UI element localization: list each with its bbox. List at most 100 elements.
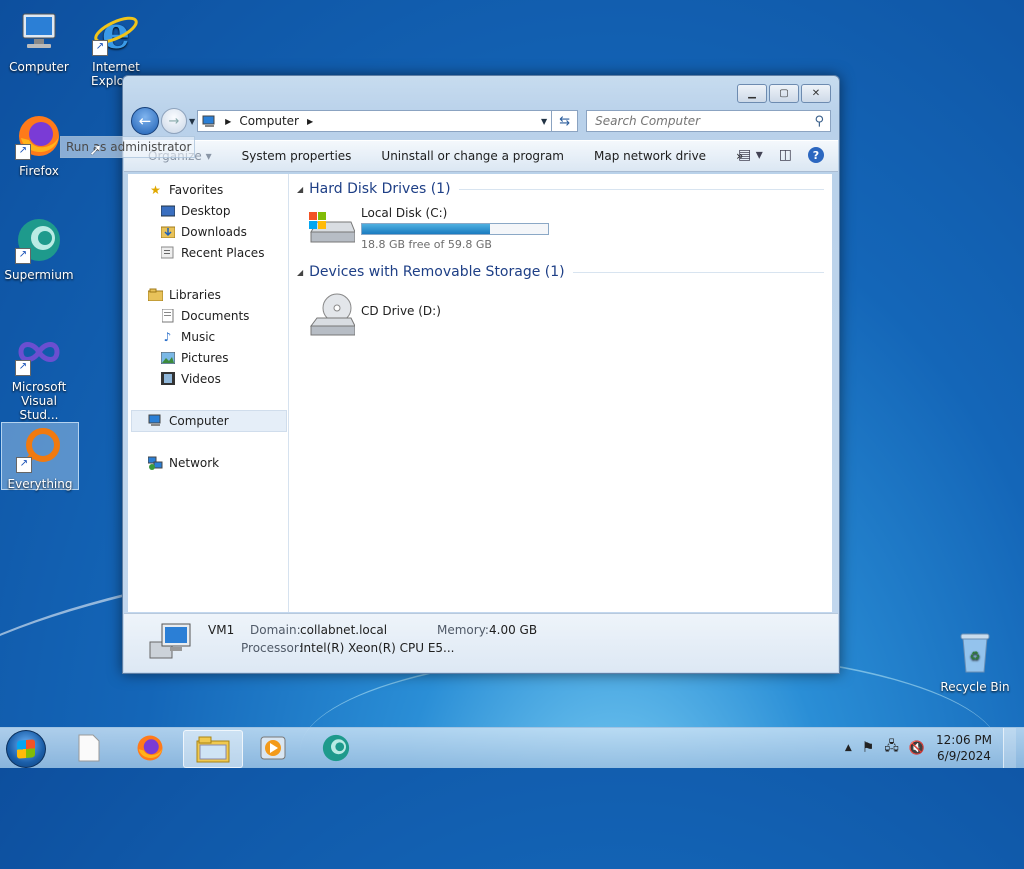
nav-label: Computer [169,413,229,428]
collapse-triangle-icon[interactable]: ◢ [297,268,303,277]
refresh-button[interactable]: ⇆ [552,110,579,132]
run-as-administrator-tooltip[interactable]: Run as administrator [60,136,195,158]
search-icon[interactable]: ⚲ [814,114,824,129]
nav-favorites[interactable]: ★ Favorites [148,182,223,197]
nav-libraries[interactable]: Libraries [148,287,221,302]
help-icon[interactable]: ? [808,147,824,163]
view-controls: ▤ ▾ ◫ ? [738,147,824,163]
group-label: Hard Disk Drives (1) [309,181,451,197]
nav-label: Network [169,455,220,470]
computer-icon [148,622,194,662]
desktop-icon-recycle-bin[interactable]: ♻ Recycle Bin [937,628,1013,694]
show-desktop-button[interactable] [1003,728,1016,768]
drive-item-d[interactable]: CD Drive (D:) [307,292,441,338]
taskbar-windows-explorer[interactable] [183,730,243,768]
taskbar-supermium[interactable] [307,730,365,766]
clock-time: 12:06 PM [936,733,992,747]
nav-pictures[interactable]: Pictures [160,350,229,365]
uninstall-program-button[interactable]: Uninstall or change a program [381,149,564,163]
nav-desktop[interactable]: Desktop [160,203,231,218]
supermium-icon [322,734,350,762]
taskbar-firefox[interactable] [121,730,179,766]
nav-label: Downloads [181,224,247,239]
start-button[interactable] [6,730,46,768]
forward-button[interactable]: → [161,108,187,134]
shortcut-arrow-icon: ↗ [16,457,32,473]
documents-icon [160,308,175,323]
desktop-icon-visual-studio[interactable]: ↗ Microsoft Visual Stud... [1,328,77,422]
drive-item-c[interactable]: Local Disk (C:) 18.8 GB free of 59.8 GB [307,206,549,251]
explorer-window[interactable]: ▁ ▢ ✕ ← → ▼ ▶ Computer ▶ ▼ ⇆ ⚲ Organize … [122,75,840,674]
group-header-hard-disk-drives[interactable]: ◢ Hard Disk Drives (1) [297,181,824,197]
nav-network[interactable]: Network [148,455,219,470]
minimize-button[interactable]: ▁ [737,84,767,103]
taskbar-media-player[interactable] [244,730,302,766]
libraries-icon [148,287,163,302]
domain-label: Domain: [250,623,301,637]
desktop-icon-supermium[interactable]: ↗ Supermium [1,216,77,282]
recent-places-icon [160,245,175,260]
hard-disk-icon [307,206,356,243]
group-label: Devices with Removable Storage (1) [309,264,565,280]
breadcrumb-computer[interactable]: Computer [239,114,299,128]
shortcut-arrow-icon: ↗ [15,144,31,160]
show-hidden-icons-icon[interactable]: ▲ [845,743,852,753]
memory-value: 4.00 GB [489,623,538,637]
action-center-flag-icon[interactable]: ⚑ [862,740,875,756]
content-pane: ◢ Hard Disk Drives (1) Local Disk (C:) 1… [289,174,832,612]
shortcut-arrow-icon: ↗ [15,248,31,264]
desktop-icon-everything[interactable]: ↗ Everything [1,422,79,491]
drive-name: CD Drive (D:) [361,304,441,318]
taskbar-notepad[interactable] [60,730,118,766]
nav-recent-places[interactable]: Recent Places [160,245,264,260]
address-dropdown-icon[interactable]: ▼ [541,117,547,126]
nav-computer[interactable]: Computer [148,413,229,428]
pictures-icon [160,350,175,365]
desktop-icon-computer[interactable]: Computer [1,8,77,74]
maximize-button[interactable]: ▢ [769,84,799,103]
search-input[interactable] [593,113,815,129]
caption-buttons: ▁ ▢ ✕ [737,84,831,103]
visual-studio-icon: ↗ [15,328,63,376]
clock[interactable]: 12:06 PM 6/9/2024 [935,732,993,764]
collapse-triangle-icon[interactable]: ◢ [297,185,303,194]
breadcrumb-separator-icon[interactable]: ▶ [225,117,231,126]
domain-value: collabnet.local [300,623,388,637]
nav-music[interactable]: ♪ Music [160,329,216,344]
internet-explorer-icon: e ↗ [92,8,140,59]
drive-usage-bar [361,223,549,235]
everything-search-icon: ↗ [16,425,64,473]
nav-documents[interactable]: Documents [160,308,249,323]
map-network-drive-button[interactable]: Map network drive [594,149,706,163]
address-bar-row: ← → ▼ ▶ Computer ▶ ▼ ⇆ ⚲ [131,107,831,135]
breadcrumb-separator-icon[interactable]: ▶ [307,117,313,126]
nav-label: Favorites [169,182,224,197]
address-field[interactable]: ▶ Computer ▶ ▼ [197,110,553,132]
blank-document-icon [78,734,100,762]
desktop-icon-label: Computer [9,60,69,74]
change-view-icon[interactable]: ▤ ▾ [738,147,763,163]
drive-free-space: 18.8 GB free of 59.8 GB [361,238,492,251]
nav-videos[interactable]: Videos [160,371,221,386]
search-box[interactable]: ⚲ [586,110,831,132]
back-button[interactable]: ← [131,107,159,135]
processor-value: Intel(R) Xeon(R) CPU E5... [300,641,455,655]
nav-label: Desktop [181,203,231,218]
system-properties-button[interactable]: System properties [242,149,352,163]
svg-text:♻: ♻ [970,649,981,663]
recent-pages-dropdown-icon[interactable]: ▼ [189,117,195,126]
nav-label: Videos [181,371,221,386]
computer-name: VM1 [208,623,235,637]
computer-icon [15,8,63,56]
shortcut-arrow-icon: ↗ [92,40,108,56]
close-button[interactable]: ✕ [801,84,831,103]
notification-area: ▲ ⚑ 🖧 🔇 12:06 PM 6/9/2024 [845,728,1024,768]
nav-downloads[interactable]: Downloads [160,224,247,239]
group-header-removable-storage[interactable]: ◢ Devices with Removable Storage (1) [297,264,824,280]
network-tray-icon[interactable]: 🖧 [884,737,899,759]
firefox-icon [137,735,163,761]
preview-pane-icon[interactable]: ◫ [779,147,792,163]
network-icon [148,455,163,470]
volume-muted-icon[interactable]: 🔇 [909,741,925,756]
shortcut-arrow-icon: ↗ [15,360,31,376]
